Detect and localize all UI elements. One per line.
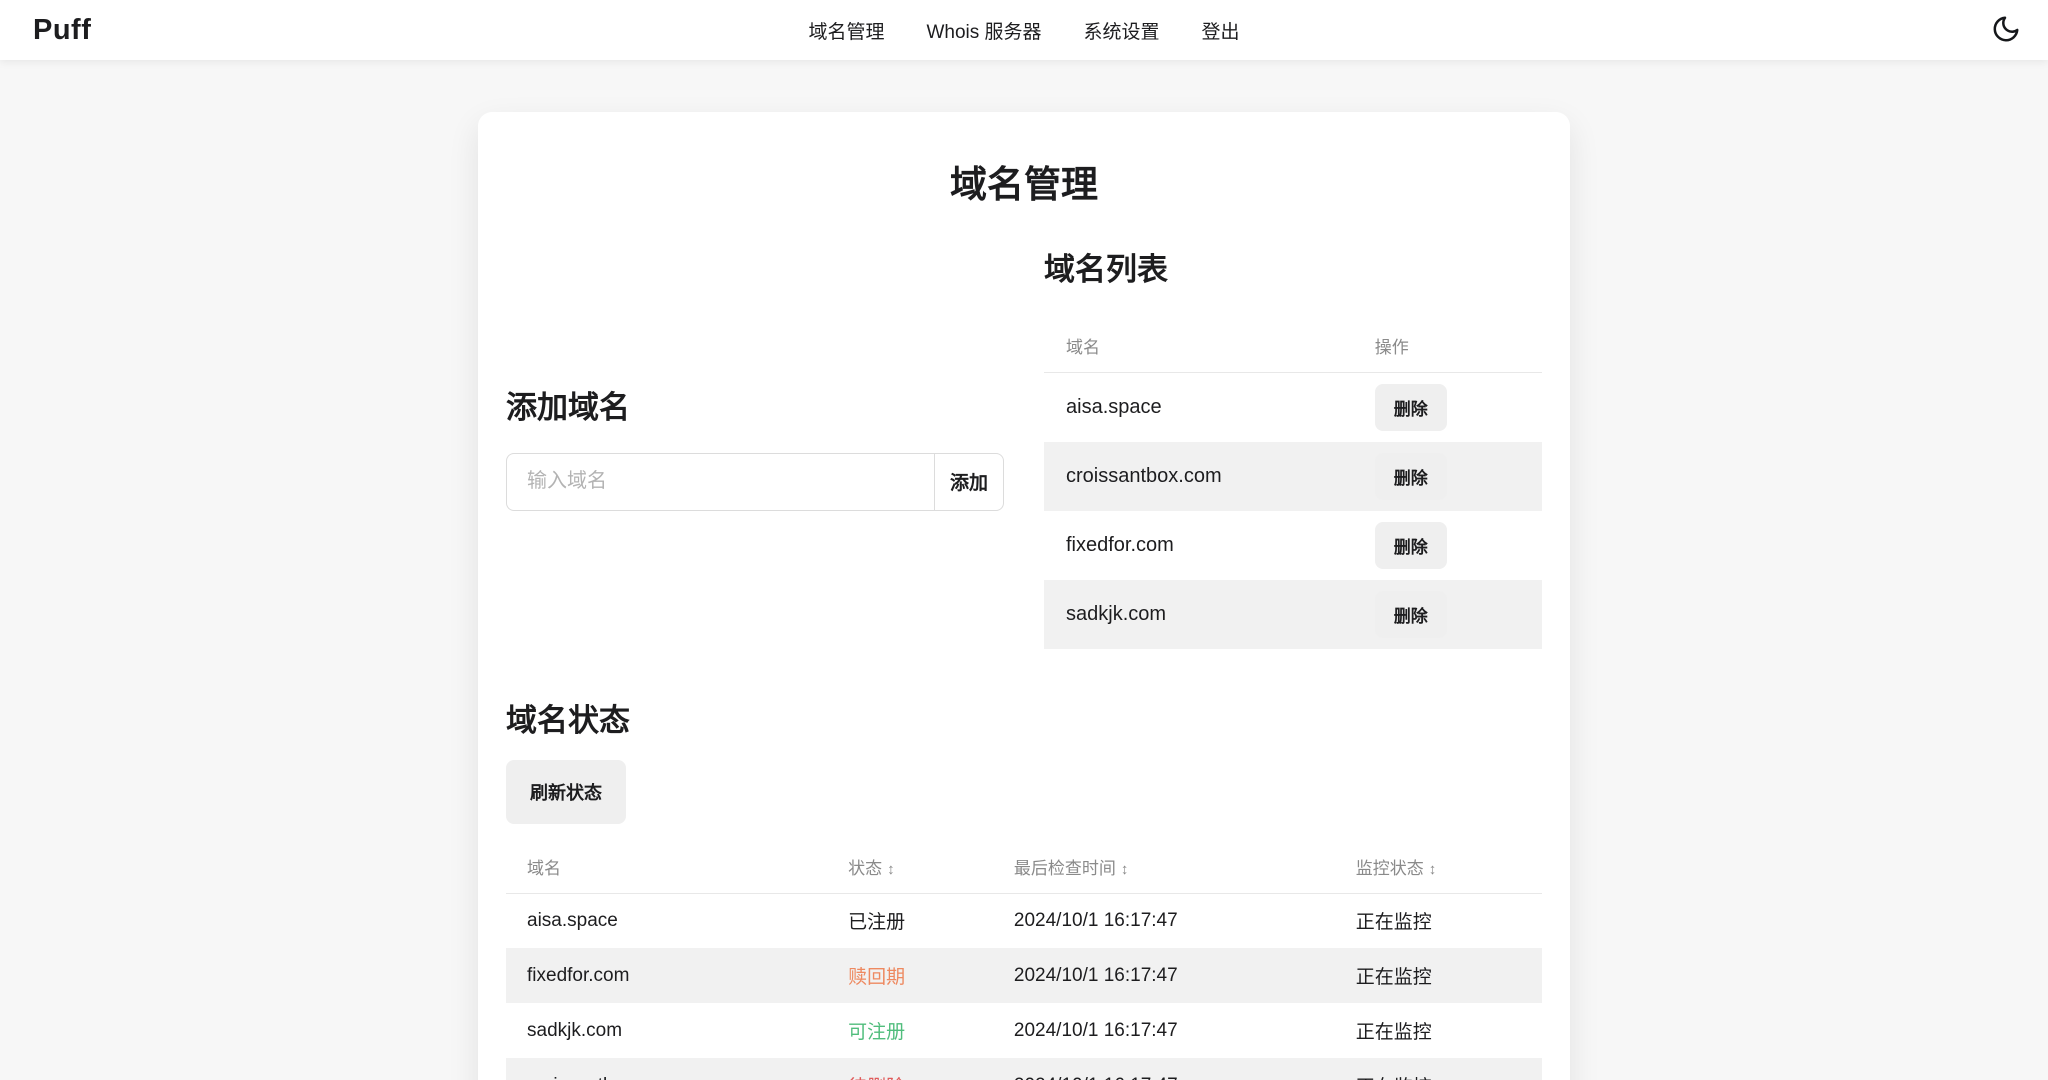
column-header-status-label: 状态 xyxy=(848,858,883,878)
add-domain-heading: 添加域名 xyxy=(506,389,630,425)
domain-cell: croissantbox.com xyxy=(506,1058,827,1080)
domain-cell: fixedfor.com xyxy=(1066,533,1174,556)
delete-button[interactable]: 删除 xyxy=(1374,590,1447,638)
status-table-wrap: 域名 状态 ↕ 最后检查时间 ↕ 监控状态 ↕ aisa.space 已注册 2024… xyxy=(506,839,1542,1080)
monitor-cell: 正在监控 xyxy=(1355,1022,1432,1043)
nav-item-system-settings[interactable]: 系统设置 xyxy=(1084,17,1160,44)
sort-icon[interactable]: ↕ xyxy=(887,861,895,878)
nav-item-domain-management[interactable]: 域名管理 xyxy=(808,17,884,44)
column-header-last-check-label: 最后检查时间 xyxy=(1013,858,1116,878)
add-domain-form: 添加 xyxy=(506,452,1004,511)
main-card: 域名管理 添加域名 添加 域名列表 域名 操作 xyxy=(478,112,1570,1080)
column-header-domain: 域名 xyxy=(1044,319,1353,373)
domain-status-heading: 域名状态 xyxy=(506,702,630,738)
last-check-cell: 2024/10/1 16:17:47 xyxy=(1013,1019,1178,1041)
table-row: fixedfor.com 删除 xyxy=(1044,511,1542,580)
domain-status-table: 域名 状态 ↕ 最后检查时间 ↕ 监控状态 ↕ aisa.space 已注册 2024… xyxy=(506,839,1542,1080)
main-nav: 域名管理 Whois 服务器 系统设置 登出 xyxy=(808,17,1239,44)
domain-list-section: 域名列表 域名 操作 aisa.space 删除 croissantbox.co… xyxy=(1044,244,1542,649)
column-header-status: 状态 ↕ xyxy=(827,839,993,894)
monitor-cell: 正在监控 xyxy=(1355,912,1432,934)
domain-input[interactable] xyxy=(506,452,934,511)
domain-cell: aisa.space xyxy=(527,909,618,931)
domain-cell: fixedfor.com xyxy=(527,964,630,986)
last-check-cell: 2024/10/1 16:17:47 xyxy=(993,1058,1335,1080)
table-row: sadkjk.com 删除 xyxy=(1044,579,1542,649)
column-header-domain: 域名 xyxy=(506,839,828,894)
delete-button[interactable]: 删除 xyxy=(1374,383,1447,431)
page-title: 域名管理 xyxy=(950,164,1098,205)
domain-cell: sadkjk.com xyxy=(1066,602,1167,625)
domain-list-table: 域名 操作 aisa.space 删除 croissantbox.com 删除 … xyxy=(1044,319,1542,649)
column-header-monitor-label: 监控状态 xyxy=(1355,858,1424,878)
last-check-cell: 2024/10/1 16:17:47 xyxy=(1013,964,1178,986)
refresh-status-button[interactable]: 刷新状态 xyxy=(506,759,626,824)
status-cell: 赎回期 xyxy=(848,967,906,988)
table-row: croissantbox.com 删除 xyxy=(1044,441,1542,511)
column-header-last-check: 最后检查时间 ↕ xyxy=(992,839,1335,894)
domain-list-header-row: 域名 操作 xyxy=(1044,319,1542,373)
nav-item-whois-servers[interactable]: Whois 服务器 xyxy=(926,17,1041,44)
domain-cell: croissantbox.com xyxy=(1066,464,1222,487)
table-row: fixedfor.com 赎回期 2024/10/1 16:17:47 正在监控 xyxy=(506,948,1542,1003)
table-row: aisa.space 已注册 2024/10/1 16:17:47 正在监控 xyxy=(506,893,1542,948)
status-cell: 待删除 xyxy=(827,1058,993,1080)
status-header-row: 域名 状态 ↕ 最后检查时间 ↕ 监控状态 ↕ xyxy=(506,839,1542,894)
domain-cell: aisa.space xyxy=(1066,395,1162,418)
status-cell: 已注册 xyxy=(848,912,906,934)
domain-cell: sadkjk.com xyxy=(527,1019,623,1041)
theme-toggle-button[interactable] xyxy=(1986,10,2026,50)
sort-icon[interactable]: ↕ xyxy=(1121,861,1129,878)
content-columns: 添加域名 添加 域名列表 域名 操作 aisa.space xyxy=(506,244,1542,649)
nav-item-logout[interactable]: 登出 xyxy=(1202,17,1240,44)
add-domain-button[interactable]: 添加 xyxy=(934,452,1004,511)
moon-icon xyxy=(1991,14,2021,47)
add-domain-section: 添加域名 添加 xyxy=(506,244,1004,649)
app-logo: Puff xyxy=(33,13,92,46)
monitor-cell: 正在监控 xyxy=(1355,967,1432,988)
delete-button[interactable]: 删除 xyxy=(1374,521,1447,569)
domain-status-section: 域名状态 刷新状态 域名 状态 ↕ 最后检查时间 ↕ 监控状态 ↕ aisa.s… xyxy=(506,695,1542,1080)
domain-list-heading: 域名列表 xyxy=(1044,252,1168,287)
navbar: Puff 域名管理 Whois 服务器 系统设置 登出 xyxy=(0,0,2048,60)
table-row: croissantbox.com 待删除 2024/10/1 16:17:47 … xyxy=(506,1058,1542,1080)
table-row: aisa.space 删除 xyxy=(1044,373,1542,442)
column-header-actions: 操作 xyxy=(1352,319,1542,373)
column-header-monitor: 监控状态 ↕ xyxy=(1334,839,1542,894)
last-check-cell: 2024/10/1 16:17:47 xyxy=(1013,909,1178,931)
status-cell: 可注册 xyxy=(848,1022,906,1043)
monitor-cell: 正在监控 xyxy=(1335,1058,1542,1080)
sort-icon[interactable]: ↕ xyxy=(1429,861,1437,878)
table-row: sadkjk.com 可注册 2024/10/1 16:17:47 正在监控 xyxy=(506,1003,1542,1058)
delete-button[interactable]: 删除 xyxy=(1374,452,1447,500)
